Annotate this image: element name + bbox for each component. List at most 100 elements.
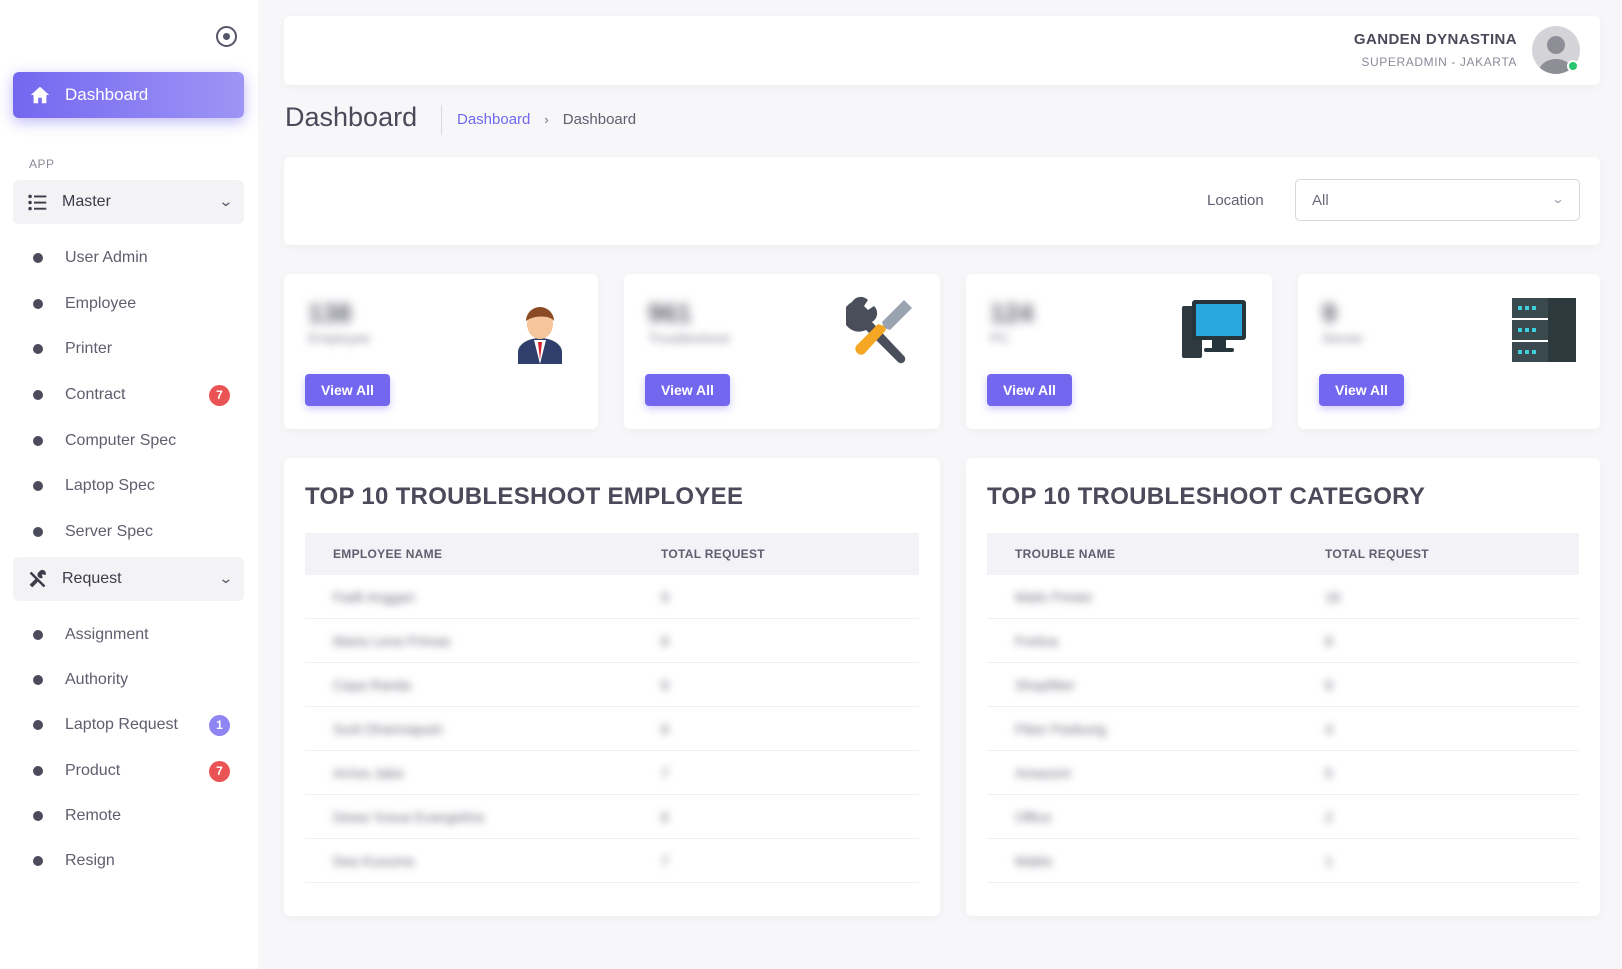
sidebar-item-employee[interactable]: Employee <box>33 290 238 318</box>
sidebar-item-computer-spec[interactable]: Computer Spec <box>33 427 238 455</box>
sidebar-item-laptop-spec[interactable]: Laptop Spec <box>33 472 238 500</box>
table-row: Maklo 1 <box>987 839 1579 883</box>
table-header: TROUBLE NAME TOTAL REQUEST <box>987 533 1579 575</box>
sidebar-item-dashboard[interactable]: Dashboard <box>13 72 244 118</box>
view-all-button[interactable]: View All <box>305 374 390 406</box>
bullet-icon <box>33 811 43 821</box>
online-status-icon <box>1567 60 1579 72</box>
stat-value: 124 <box>990 298 1034 328</box>
column-header: TOTAL REQUEST <box>661 547 765 561</box>
count-badge: 7 <box>209 384 230 406</box>
sidebar-item-label: Remote <box>65 807 122 824</box>
sidebar-item-server-spec[interactable]: Server Spec <box>33 518 238 546</box>
column-header: EMPLOYEE NAME <box>333 547 443 561</box>
sidebar-item-user-admin[interactable]: User Admin <box>33 244 238 272</box>
cell-total: 8 <box>661 720 669 737</box>
bullet-icon <box>33 481 43 491</box>
bullet-icon <box>33 253 43 263</box>
cell-name: Surti Dharmaputri <box>333 720 443 737</box>
sidebar-item-assignment[interactable]: Assignment <box>33 621 238 649</box>
stat-value: 9 <box>1322 298 1337 328</box>
sidebar-item-laptop-request[interactable]: Laptop Request 1 <box>33 711 238 739</box>
sidebar-item-label: Dashboard <box>65 85 149 104</box>
server-icon <box>1512 298 1576 362</box>
sidebar-item-product[interactable]: Product 7 <box>33 757 238 785</box>
cell-name: Mailx Printer <box>1015 588 1093 605</box>
bullet-icon <box>33 436 43 446</box>
cell-total: 8 <box>661 676 669 693</box>
table-header: EMPLOYEE NAME TOTAL REQUEST <box>305 533 919 575</box>
filter-card: Location All ⌄ <box>284 157 1600 245</box>
view-all-button[interactable]: View All <box>987 374 1072 406</box>
cell-total: 7 <box>661 852 669 869</box>
home-icon <box>30 86 50 104</box>
count-badge: 1 <box>209 714 230 736</box>
cell-total: 7 <box>661 764 669 781</box>
sidebar-item-label: Product <box>65 762 121 779</box>
table-row: Fortiva 8 <box>987 619 1579 663</box>
bullet-icon <box>33 675 43 685</box>
table-row: Mailx Printer 16 <box>987 575 1579 619</box>
table-row: Shopfitter 8 <box>987 663 1579 707</box>
tools-icon <box>29 569 46 587</box>
cell-name: Maria Lena Primas <box>333 632 451 649</box>
sidebar-item-contract[interactable]: Contract 7 <box>33 381 238 409</box>
view-all-button[interactable]: View All <box>645 374 730 406</box>
cell-total: 5 <box>1325 764 1333 781</box>
table-row: Office 2 <box>987 795 1579 839</box>
sidebar-item-remote[interactable]: Remote <box>33 802 238 830</box>
location-select-value: All <box>1312 191 1329 209</box>
stat-label: Server <box>1322 330 1364 346</box>
location-select[interactable]: All ⌄ <box>1295 179 1580 221</box>
sidebar-item-label: Printer <box>65 340 113 357</box>
table-row: Surti Dharmaputri 8 <box>305 707 919 751</box>
cell-name: Office <box>1015 808 1052 825</box>
bullet-icon <box>33 527 43 537</box>
table-row: Cepa Ranita 8 <box>305 663 919 707</box>
stat-label: PC <box>990 330 1010 346</box>
view-all-button[interactable]: View All <box>1319 374 1404 406</box>
sidebar-item-resign[interactable]: Resign <box>33 847 238 875</box>
sidebar-group-label: Request <box>62 570 122 587</box>
cell-name: Amazent <box>1015 764 1071 781</box>
stat-card-pc: 124 PC View All <box>966 274 1272 429</box>
sidebar-group-request[interactable]: Request ⌄ <box>13 557 244 601</box>
cell-total: 8 <box>661 632 669 649</box>
breadcrumb-link[interactable]: Dashboard <box>457 111 530 128</box>
bullet-icon <box>33 630 43 640</box>
sidebar-item-label: Laptop Spec <box>65 477 155 494</box>
stat-value: 138 <box>308 298 352 328</box>
sidebar-item-label: Computer Spec <box>65 432 177 449</box>
bullet-icon <box>33 344 43 354</box>
cell-name: Cepa Ranita <box>333 676 411 693</box>
column-header: TROUBLE NAME <box>1015 547 1116 561</box>
sidebar-item-label: Assignment <box>65 626 149 643</box>
chevron-down-icon: ⌄ <box>1551 192 1565 206</box>
cell-name: Arriva Jaka <box>333 764 404 781</box>
stat-label: Employee <box>308 330 371 346</box>
sidebar-item-printer[interactable]: Printer <box>33 335 238 363</box>
top-navbar: GANDEN DYNASTINA SUPERADMIN - JAKARTA <box>284 16 1600 85</box>
chevron-down-icon: ⌄ <box>218 570 234 586</box>
location-label: Location <box>1207 192 1264 209</box>
cell-name: Shopfitter <box>1015 676 1075 693</box>
user-role: SUPERADMIN - JAKARTA <box>1361 55 1517 69</box>
list-icon <box>28 194 47 210</box>
sidebar-group-master[interactable]: Master ⌄ <box>13 180 244 224</box>
sidebar-toggle-icon[interactable] <box>216 26 237 47</box>
table-row: Fiber Pasbung 4 <box>987 707 1579 751</box>
sidebar-item-label: Laptop Request <box>65 716 178 733</box>
cell-total: 1 <box>1325 852 1333 869</box>
table-row: Dewa Yosua Evangelina 6 <box>305 795 919 839</box>
cell-name: Dea Kusuma <box>333 852 414 869</box>
cell-total: 16 <box>1325 588 1341 605</box>
top-employee-card: TOP 10 TROUBLESHOOT EMPLOYEE EMPLOYEE NA… <box>284 458 940 916</box>
cell-total: 4 <box>1325 720 1333 737</box>
stat-card-troubleshoot: 961 Troubleshoot View All <box>624 274 940 429</box>
table-row: Arriva Jaka 7 <box>305 751 919 795</box>
cell-name: Fadli Anggari <box>333 588 415 605</box>
table-title: TOP 10 TROUBLESHOOT EMPLOYEE <box>305 483 744 510</box>
bullet-icon <box>33 299 43 309</box>
sidebar-item-authority[interactable]: Authority <box>33 666 238 694</box>
stat-card-server: 9 Server View All <box>1298 274 1600 429</box>
